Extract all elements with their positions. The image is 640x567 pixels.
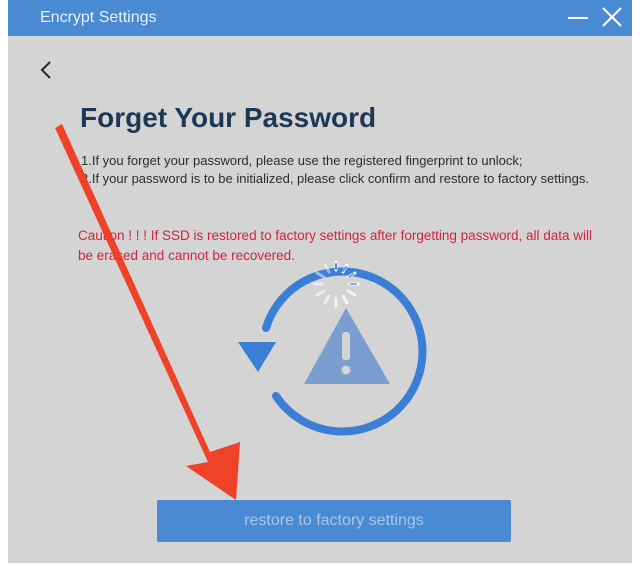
back-button[interactable] <box>36 56 56 86</box>
title-bar: Encrypt Settings <box>8 0 632 36</box>
instruction-fingerprint: 1.If you forget your password, please us… <box>81 153 523 168</box>
window-title: Encrypt Settings <box>40 9 157 26</box>
instructions: 1.If you forget your password, please us… <box>81 152 606 188</box>
page-title: Forget Your Password <box>80 102 377 133</box>
restore-factory-settings-button[interactable]: restore to factory settings <box>157 500 511 542</box>
close-icon <box>602 7 622 27</box>
restore-warning-icon <box>238 260 427 436</box>
close-button[interactable] <box>594 0 630 36</box>
chevron-left-icon <box>40 61 51 79</box>
minimize-icon <box>568 17 588 19</box>
minimize-button[interactable] <box>560 0 596 36</box>
instruction-restore: 2.If your password is to be initialized,… <box>81 171 589 186</box>
encrypt-settings-window: Encrypt Settings Forget Your Password 1.… <box>8 0 632 563</box>
